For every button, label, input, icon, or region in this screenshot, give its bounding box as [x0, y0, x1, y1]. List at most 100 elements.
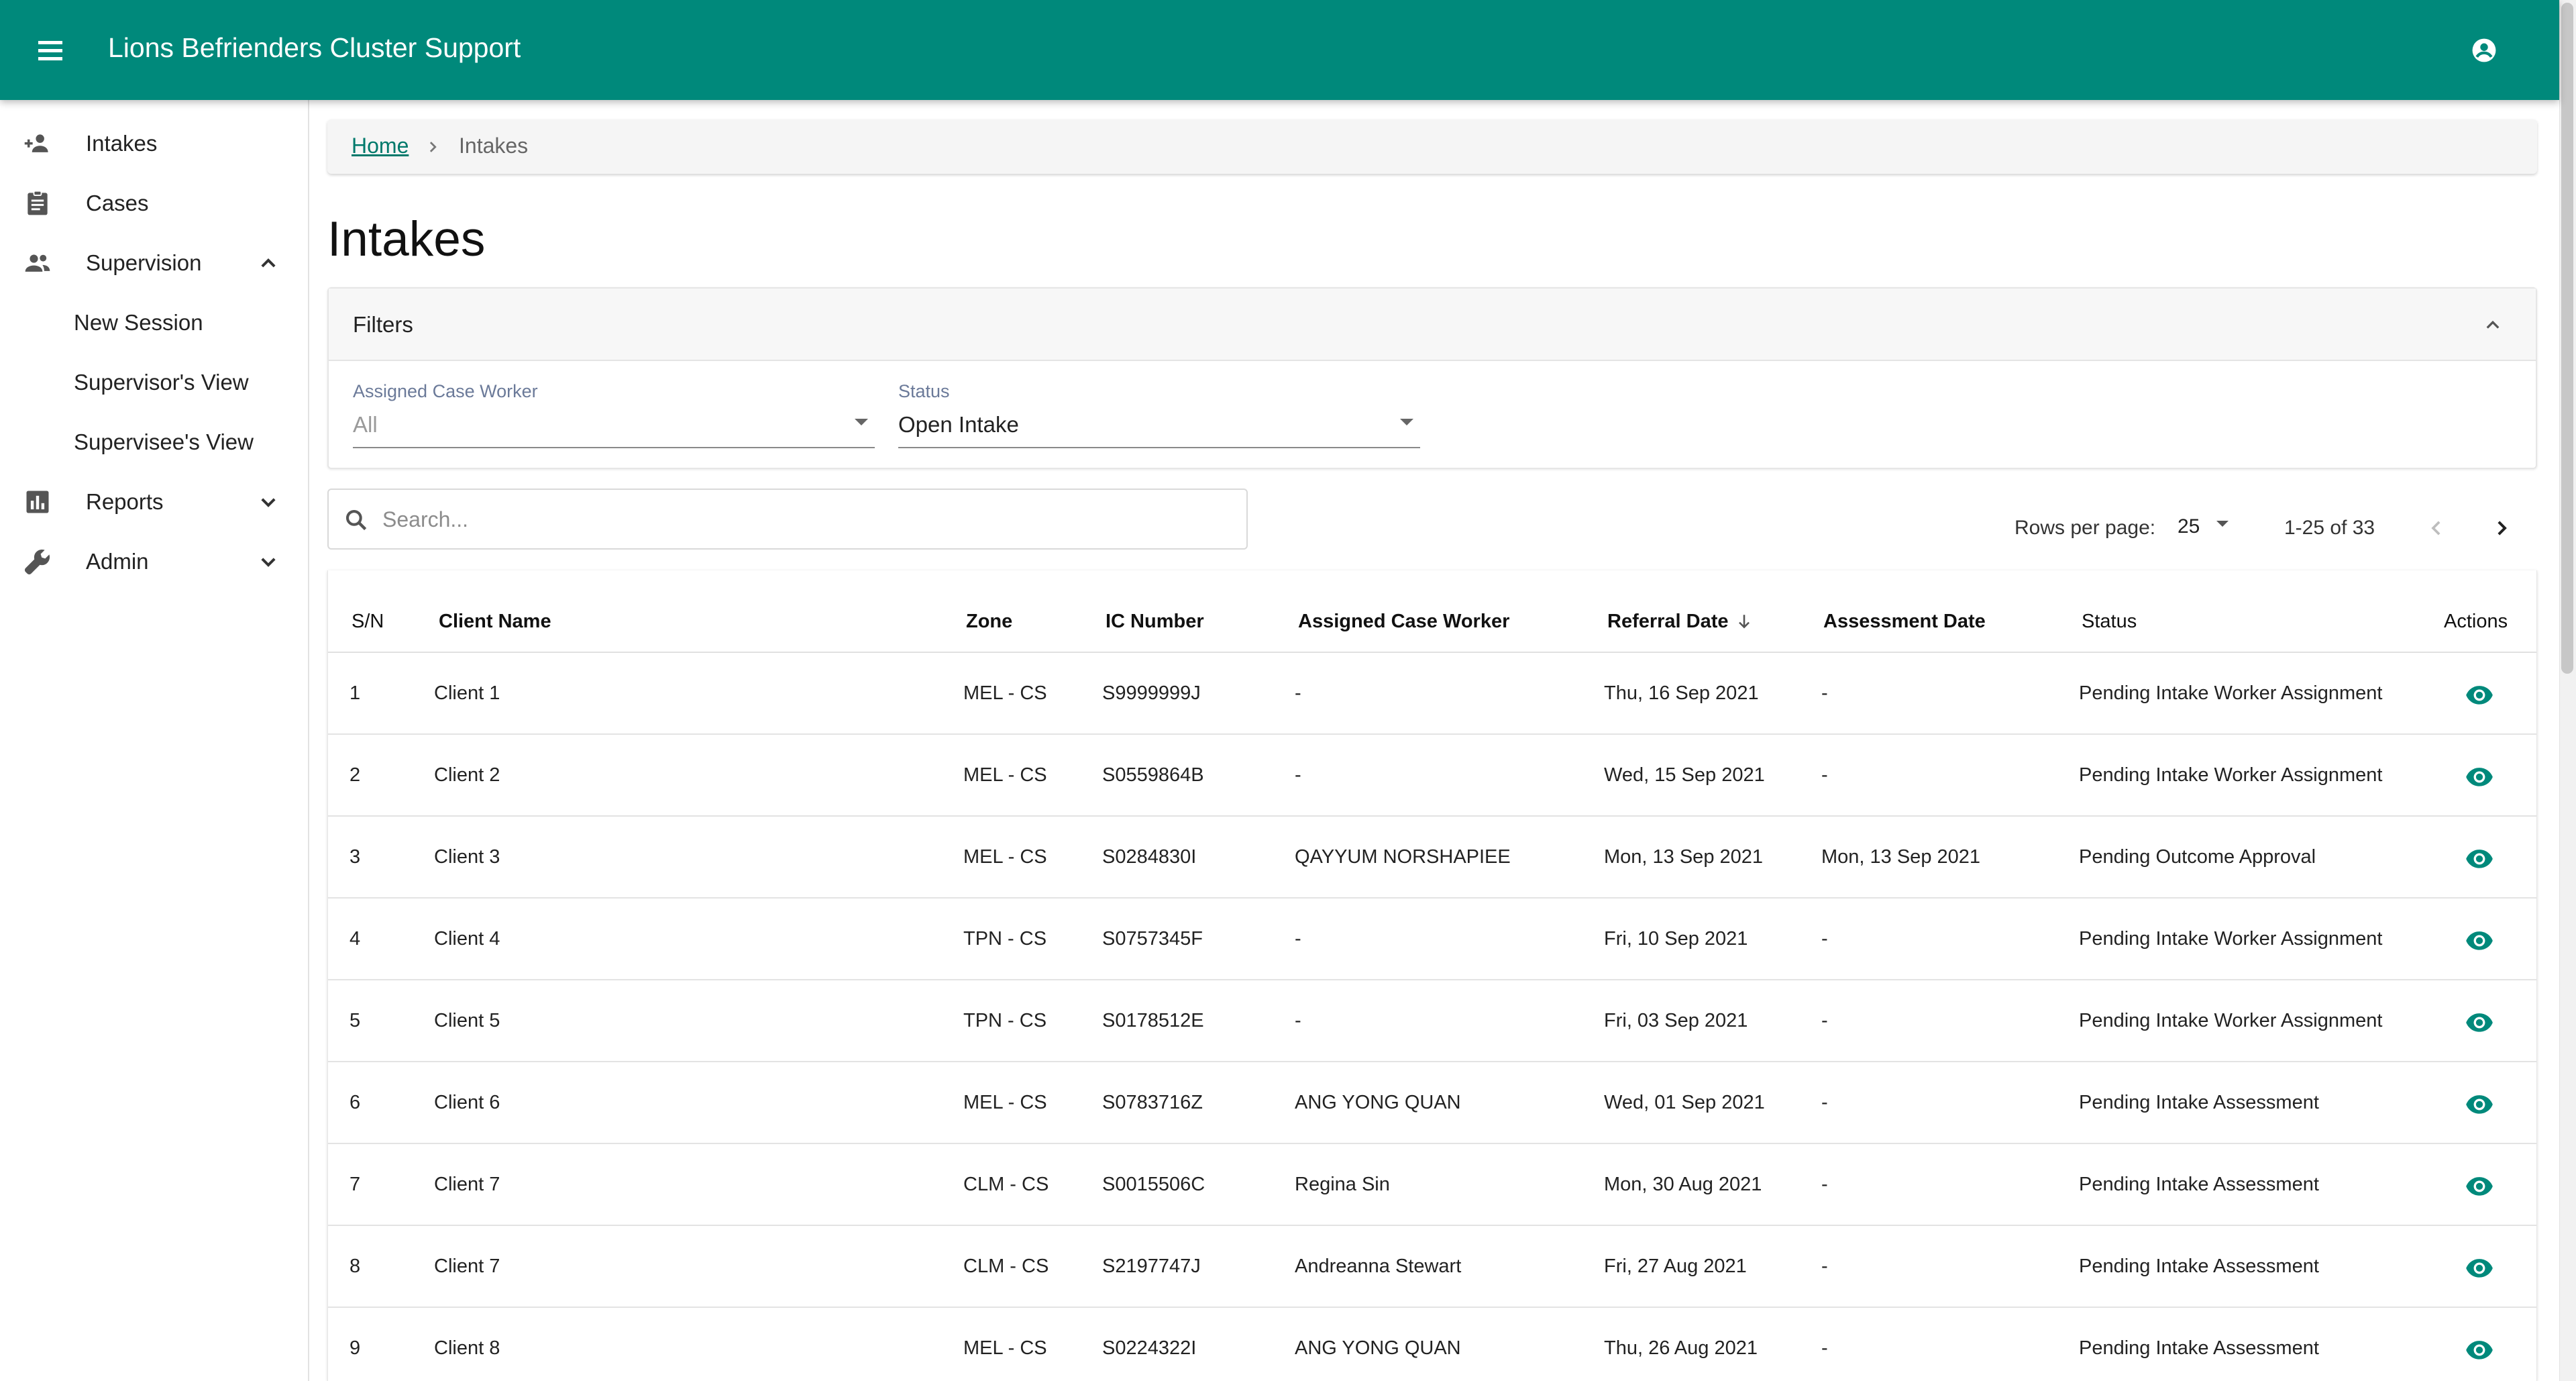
chevron-down-icon[interactable] — [255, 489, 282, 515]
view-icon[interactable] — [2465, 1253, 2494, 1282]
dropdown-arrow-icon — [2216, 521, 2229, 527]
cell-referral-date: Thu, 26 Aug 2021 — [1604, 1337, 1758, 1359]
column-header-referral-date-label: Referral Date — [1607, 611, 1729, 632]
cell-status: Pending Intake Worker Assignment — [2079, 764, 2383, 786]
sidebar-subitem-new-session[interactable]: New Session — [0, 293, 308, 352]
sidebar-item-admin[interactable]: Admin — [0, 531, 308, 591]
cell-sn: 3 — [350, 846, 361, 868]
cell-assigned-case-worker: - — [1295, 928, 1301, 950]
column-header-sn[interactable]: S/N — [352, 611, 384, 633]
status-select[interactable]: Status Open Intake — [898, 377, 1420, 448]
table-row[interactable]: 4 Client 4 TPN - CS S0757345F - Fri, 10 Sep 2… — [328, 899, 2536, 980]
cell-zone: MEL - CS — [963, 1092, 1047, 1113]
table-row[interactable]: 8 Client 7 CLM - CS S2197747J Andreanna Stew… — [328, 1226, 2536, 1308]
cell-status: Pending Intake Worker Assignment — [2079, 928, 2383, 950]
column-header-ic-number[interactable]: IC Number — [1106, 611, 1204, 633]
sidebar-item-intakes[interactable]: Intakes — [0, 113, 308, 173]
table-row[interactable]: 7 Client 7 CLM - CS S0015506C Regina Sin Mon,… — [328, 1144, 2536, 1226]
view-icon[interactable] — [2465, 680, 2494, 709]
rows-per-page-select[interactable]: 25 — [2172, 513, 2233, 542]
cell-referral-date: Mon, 30 Aug 2021 — [1604, 1174, 1762, 1195]
bar-chart-icon — [26, 491, 49, 513]
menu-icon[interactable] — [34, 34, 67, 67]
chevron-right-icon — [429, 142, 437, 152]
cell-zone: CLM - CS — [963, 1256, 1049, 1277]
cell-referral-date: Wed, 01 Sep 2021 — [1604, 1092, 1765, 1113]
page-title: Intakes — [327, 212, 486, 266]
arrow-downward-icon — [1738, 615, 1750, 629]
filters-header[interactable]: Filters — [329, 289, 2536, 361]
sidebar-subitem-label: Supervisee's View — [74, 429, 254, 454]
sidebar-subitem-supervisors-view[interactable]: Supervisor's View — [0, 352, 308, 412]
sidebar-item-cases[interactable]: Cases — [0, 173, 308, 233]
cell-status: Pending Intake Worker Assignment — [2079, 682, 2383, 704]
rows-per-page-label: Rows per page: — [2015, 517, 2156, 539]
table-row[interactable]: 5 Client 5 TPN - CS S0178512E - Fri, 03 Sep 2… — [328, 980, 2536, 1062]
view-icon[interactable] — [2465, 762, 2494, 791]
select-underline — [353, 447, 875, 448]
cell-assigned-case-worker: ANG YONG QUAN — [1295, 1092, 1461, 1113]
cell-status: Pending Intake Assessment — [2079, 1256, 2319, 1277]
cell-sn: 7 — [350, 1174, 361, 1195]
cell-ic-number: S0284830I — [1102, 846, 1197, 868]
sidebar-item-reports[interactable]: Reports — [0, 472, 308, 531]
cell-ic-number: S0783716Z — [1102, 1092, 1203, 1113]
breadcrumb-current: Intakes — [459, 134, 529, 158]
sidebar-subitem-supervisees-view[interactable]: Supervisee's View — [0, 412, 308, 472]
cell-zone: MEL - CS — [963, 1337, 1047, 1359]
cell-zone: MEL - CS — [963, 764, 1047, 786]
table-row[interactable]: 1 Client 1 MEL - CS S9999999J - Thu, 16 Sep 2… — [328, 653, 2536, 735]
table-row[interactable]: 6 Client 6 MEL - CS S0783716Z ANG YONG QUAN W… — [328, 1062, 2536, 1144]
column-header-client-name[interactable]: Client Name — [439, 611, 551, 633]
view-icon[interactable] — [2465, 1089, 2494, 1119]
cell-assigned-case-worker: - — [1295, 764, 1301, 786]
column-header-assigned-case-worker[interactable]: Assigned Case Worker — [1298, 611, 1509, 633]
cell-referral-date: Mon, 13 Sep 2021 — [1604, 846, 1764, 868]
page-scrollbar-thumb[interactable] — [2561, 3, 2573, 674]
cell-ic-number: S0178512E — [1102, 1010, 1204, 1031]
assigned-case-worker-value: All — [353, 412, 378, 437]
table-row[interactable]: 3 Client 3 MEL - CS S0284830I QAYYUM NORSHAP… — [328, 817, 2536, 899]
view-icon[interactable] — [2465, 1007, 2494, 1037]
chevron-up-icon[interactable] — [2481, 313, 2505, 337]
table-row[interactable]: 9 Client 8 MEL - CS S0224322I ANG YONG QUAN T… — [328, 1308, 2536, 1381]
cell-status: Pending Outcome Approval — [2079, 846, 2316, 868]
cell-zone: TPN - CS — [963, 928, 1047, 950]
sidebar-item-supervision[interactable]: Supervision — [0, 233, 308, 293]
chevron-up-icon[interactable] — [255, 250, 282, 276]
search-input[interactable] — [382, 499, 1234, 540]
cell-sn: 5 — [350, 1010, 361, 1031]
cell-client-name: Client 4 — [434, 928, 500, 950]
search-box — [327, 489, 1248, 550]
view-icon[interactable] — [2465, 1171, 2494, 1200]
column-header-status[interactable]: Status — [2082, 611, 2137, 633]
next-page-icon[interactable] — [2488, 515, 2515, 542]
cell-status: Pending Intake Assessment — [2079, 1174, 2319, 1195]
view-icon[interactable] — [2465, 925, 2494, 955]
cell-referral-date: Fri, 10 Sep 2021 — [1604, 928, 1748, 950]
cell-assessment-date: Mon, 13 Sep 2021 — [1821, 846, 1981, 868]
app-bar: Lions Befrienders Cluster Support — [0, 0, 2559, 100]
table-row[interactable]: 2 Client 2 MEL - CS S0559864B - Wed, 15 Sep 2… — [328, 735, 2536, 817]
cell-ic-number: S0015506C — [1102, 1174, 1205, 1195]
breadcrumb-home-link[interactable]: Home — [352, 134, 409, 158]
view-icon[interactable] — [2465, 1335, 2494, 1364]
cell-client-name: Client 8 — [434, 1337, 500, 1359]
cell-client-name: Client 1 — [434, 682, 500, 704]
account-circle-icon[interactable] — [2471, 38, 2497, 63]
cell-assessment-date: - — [1821, 1337, 1828, 1359]
rows-per-page-value: 25 — [2178, 515, 2200, 538]
column-header-referral-date[interactable]: Referral Date — [1607, 611, 1753, 633]
column-header-zone[interactable]: Zone — [966, 611, 1012, 633]
cell-ic-number: S2197747J — [1102, 1256, 1201, 1277]
sidebar-subitem-label: Supervisor's View — [74, 369, 249, 395]
chevron-down-icon[interactable] — [255, 548, 282, 575]
assigned-case-worker-select[interactable]: Assigned Case Worker All — [353, 377, 875, 448]
view-icon[interactable] — [2465, 843, 2494, 873]
cell-assessment-date: - — [1821, 764, 1828, 786]
column-header-assessment-date[interactable]: Assessment Date — [1823, 611, 1986, 633]
cell-status: Pending Intake Assessment — [2079, 1092, 2319, 1113]
sidebar-item-label: Cases — [86, 190, 149, 215]
dropdown-arrow-icon — [855, 419, 868, 425]
previous-page-icon[interactable] — [2423, 515, 2450, 542]
